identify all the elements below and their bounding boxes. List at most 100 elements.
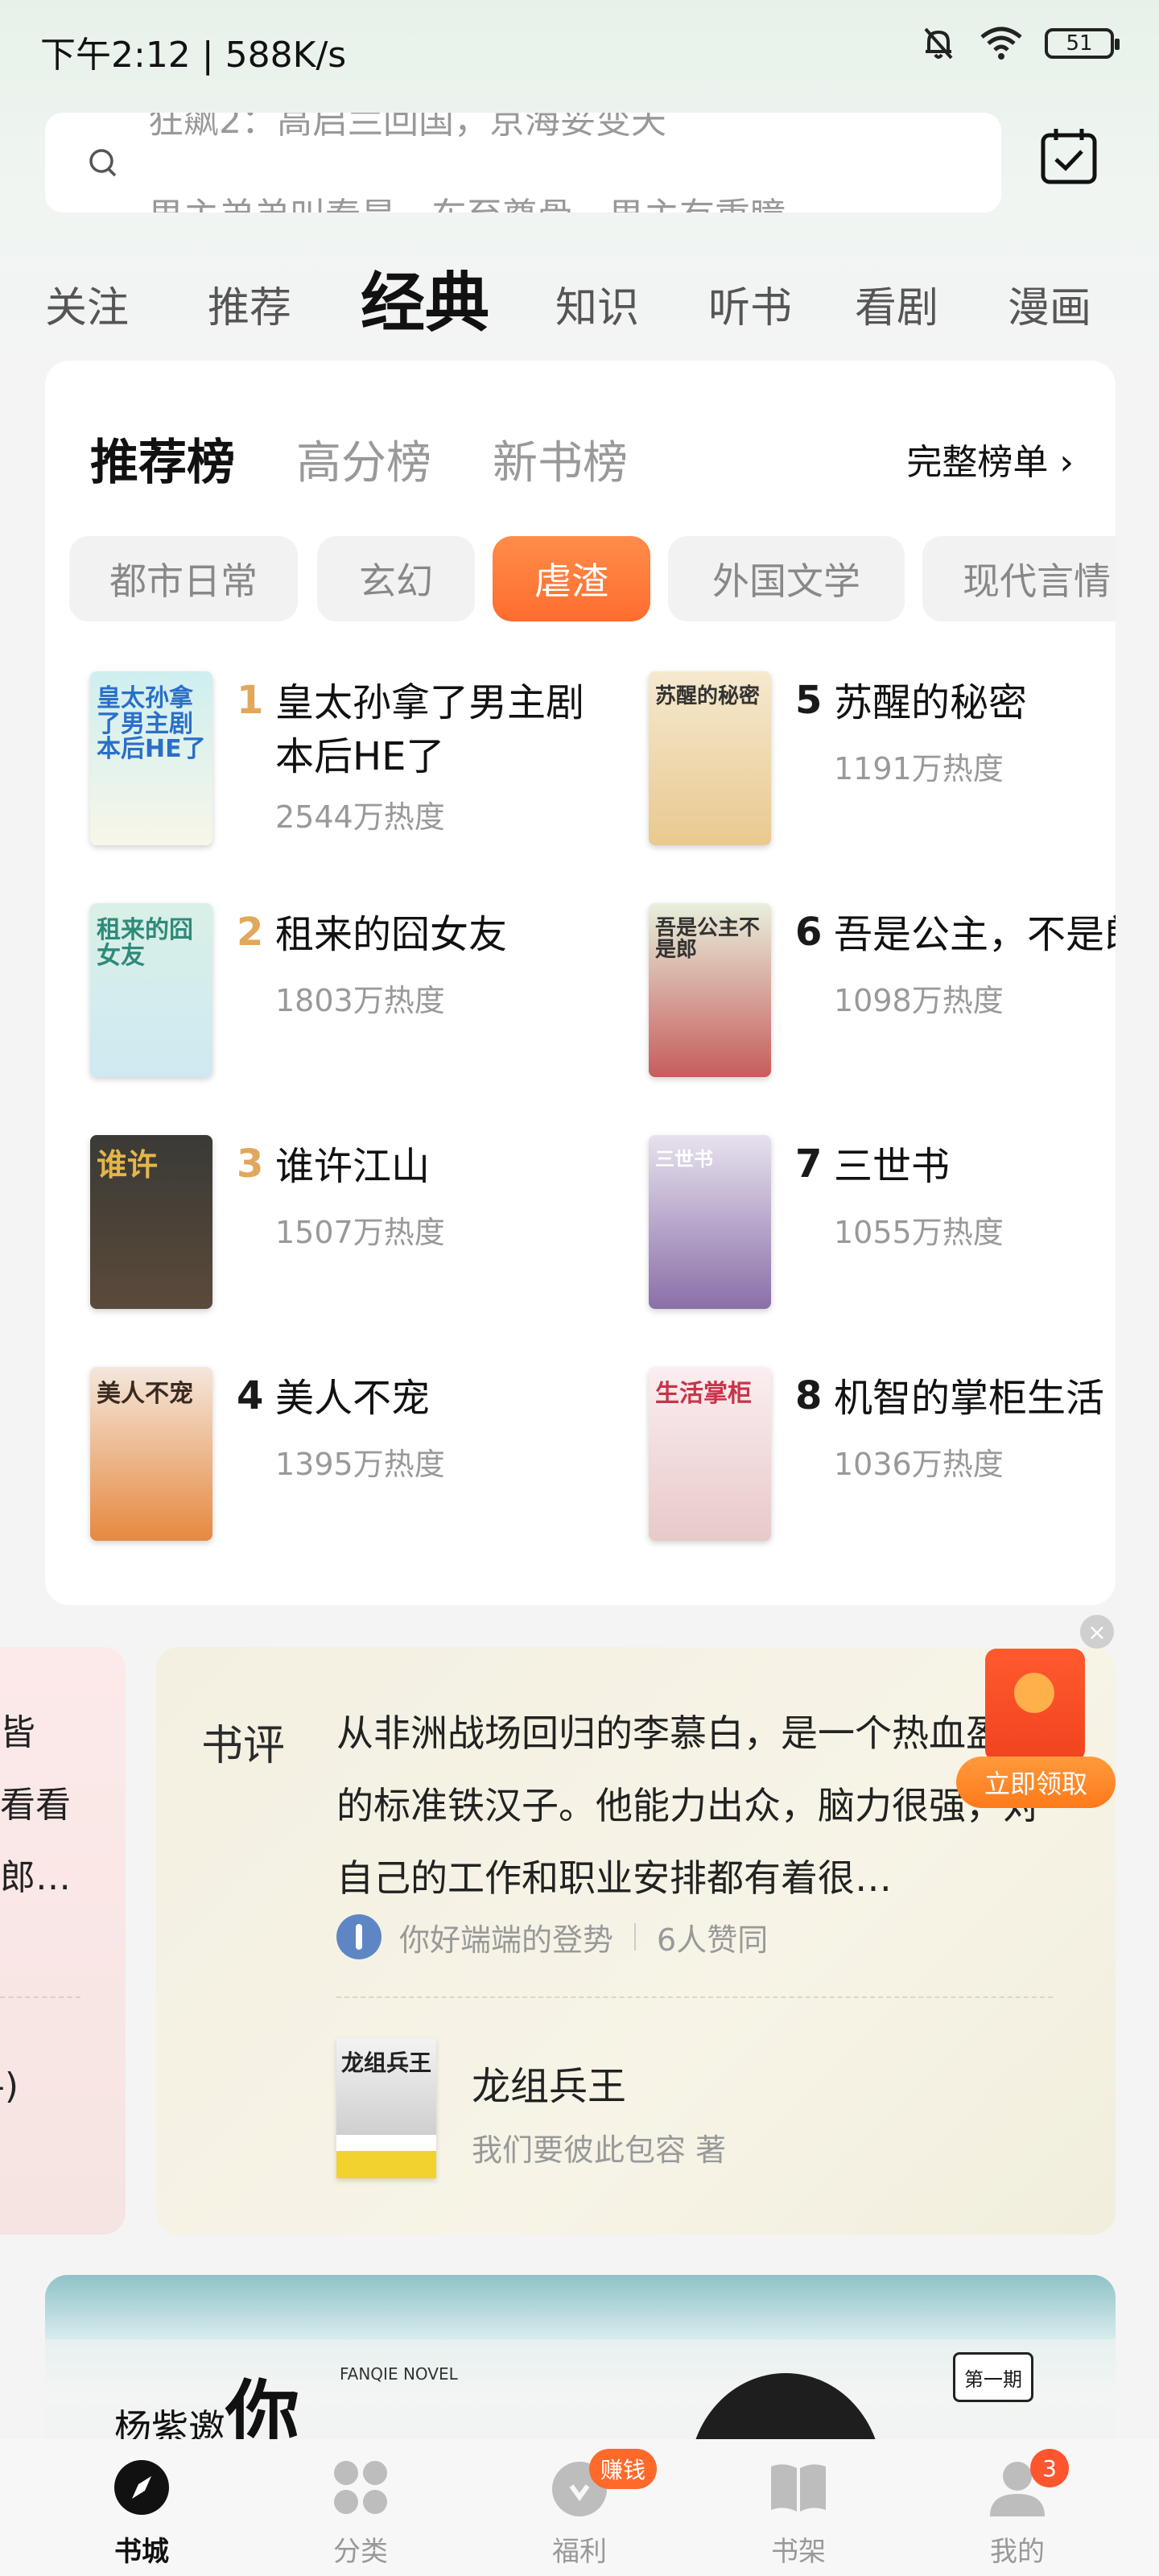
banner-brand: FANQIE NOVEL — [340, 2364, 458, 2384]
divider — [634, 1923, 637, 1951]
status-time: 下午2:12 | 588K/s — [40, 35, 347, 76]
book-cover: 吾是公主不是郎 — [649, 903, 771, 1077]
book-heat: 1803万热度 — [275, 983, 445, 1018]
ranking-card: 推荐榜 高分榜 新书榜 完整榜单 › 都市日常 玄幻 虐渣 外国文学 现代言情 … — [45, 361, 1116, 1605]
book-rank: 2 — [237, 910, 264, 955]
book-title: 谁许江山 — [275, 1144, 431, 1189]
book-item[interactable]: 苏醒的秘密 5 苏醒的秘密 1191万热度 — [649, 671, 1116, 857]
book-rank: 5 — [795, 678, 823, 723]
book-heat: 1395万热度 — [275, 1447, 445, 1482]
tab-drama[interactable]: 看剧 — [855, 274, 938, 334]
review-likes: 6人赞同 — [657, 1922, 769, 1958]
review-label: 书评 — [201, 1722, 286, 1770]
review-book-author: 我们要彼此包容 著 — [472, 2132, 727, 2168]
mute-bell-icon — [924, 27, 953, 60]
book-title: 美人不宠 — [275, 1376, 431, 1421]
review-meta: 你好端端的登势 6人赞同 — [336, 1913, 768, 1961]
review-book-title[interactable]: 龙组兵王 — [472, 2054, 626, 2111]
tab-classic[interactable]: 经典 — [361, 251, 489, 345]
book-item[interactable]: 吾是公主不是郎 6 吾是公主，不是郎 1098万热度 — [649, 903, 1116, 1088]
grid-icon — [334, 2461, 387, 2514]
tab-recommend[interactable]: 推荐 — [208, 274, 291, 334]
review-text: 从非洲战场回归的李慕白，是一个热血盈盈的标准铁汉子。他能力出众，脑力很强，对自己… — [336, 1711, 1040, 1900]
search-icon — [89, 149, 117, 177]
book-rank: 8 — [795, 1373, 823, 1418]
nav-profile[interactable]: 3 我的 — [953, 2449, 1082, 2568]
book-cover: 苏醒的秘密 — [649, 671, 771, 845]
book-item[interactable]: 美人不宠 4 美人不宠 1395万热度 — [90, 1367, 605, 1552]
book-rank: 7 — [795, 1141, 823, 1187]
wifi-icon — [980, 27, 1022, 60]
claim-reward-button[interactable]: 立即领取 — [956, 1757, 1116, 1808]
notification-badge: 3 — [1030, 2449, 1069, 2487]
book-heat: 1191万热度 — [834, 751, 1004, 786]
book-cover[interactable]: 龙组兵王 — [336, 2038, 436, 2178]
close-icon[interactable]: × — [1080, 1615, 1114, 1649]
book-review-card[interactable]: 书评 从非洲战场回归的李慕白，是一个热血盈盈的标准铁汉子。他能力出众，脑力很强，… — [156, 1647, 1116, 2235]
battery-icon: 51 — [1045, 28, 1120, 59]
search-suggestion-next: 男主弟弟叫秦昊，车至尊骨，男主有重瞳 — [148, 187, 786, 213]
divider — [0, 1996, 80, 1998]
book-cover: 谁许 — [90, 1135, 212, 1309]
rank-tab-recommend[interactable]: 推荐榜 — [90, 423, 235, 493]
category-chips: 都市日常 玄幻 虐渣 外国文学 现代言情 — [69, 536, 1116, 625]
book-title: 皇太孙拿了男主剧本后HE了 — [275, 680, 585, 780]
nav-bookstore[interactable]: 书城 — [77, 2455, 206, 2568]
checkin-calendar-icon[interactable] — [1038, 126, 1099, 187]
search-suggestion-prev: 狂飙2：高启兰回国，京海妥变天 — [148, 113, 666, 142]
book-heat: 2544万热度 — [275, 799, 445, 835]
status-bar: 下午2:12 | 588K/s 51 — [0, 0, 1159, 97]
search-bar[interactable]: 狂飙2：高启兰回国，京海妥变天 男主弟弟叫秦昊，车至尊骨，男主有重瞳 — [45, 113, 1001, 213]
book-item[interactable]: 皇太孙拿了男主剧本后HE了 1 皇太孙拿了男主剧本后HE了 2544万热度 — [90, 671, 605, 857]
divider — [336, 1996, 1053, 1998]
rank-tab-new-books[interactable]: 新书榜 — [493, 427, 628, 492]
compass-icon — [114, 2460, 169, 2515]
chip-foreign-lit[interactable]: 外国文学 — [668, 536, 905, 621]
book-title: 三世书 — [834, 1144, 951, 1189]
book-cover: 美人不宠 — [90, 1367, 212, 1541]
book-item[interactable]: 生活掌柜 8 机智的掌柜生活 1036万热度 — [649, 1367, 1116, 1552]
nav-welfare[interactable]: 赚钱 福利 — [515, 2449, 658, 2568]
book-title: 租来的囧女友 — [275, 912, 508, 957]
tab-comic[interactable]: 漫画 — [1008, 274, 1091, 334]
nav-bookshelf[interactable]: 书架 — [734, 2455, 863, 2568]
chip-active-category[interactable]: 虐渣 — [493, 536, 650, 621]
tab-follow[interactable]: 关注 — [45, 274, 129, 334]
book-title: 苏醒的秘密 — [834, 680, 1028, 725]
banner-issue-tag: 第一期 — [953, 2352, 1033, 2402]
chip-fantasy[interactable]: 玄幻 — [317, 536, 475, 621]
book-cover: 生活掌柜 — [649, 1367, 771, 1541]
avatar[interactable] — [336, 1914, 382, 1959]
review-author[interactable]: 你好端端的登势 — [399, 1915, 613, 1959]
prev-review-card[interactable]: 皆 看看 郎… -) — [0, 1647, 126, 2235]
book-rank: 4 — [237, 1373, 264, 1418]
red-packet-icon[interactable] — [985, 1649, 1085, 1761]
book-icon — [771, 2464, 826, 2512]
tab-audiobook[interactable]: 听书 — [708, 274, 792, 334]
book-item[interactable]: 租来的囧女友 2 租来的囧女友 1803万热度 — [90, 903, 605, 1088]
chip-modern-romance[interactable]: 现代言情 — [922, 536, 1116, 621]
book-cover: 皇太孙拿了男主剧本后HE了 — [90, 671, 212, 845]
book-cover: 租来的囧女友 — [90, 903, 212, 1077]
bottom-nav: 书城 分类 赚钱 福利 书架 3 我的 — [0, 2439, 1159, 2576]
book-rank: 3 — [237, 1141, 264, 1187]
book-heat: 1507万热度 — [275, 1215, 445, 1250]
book-heat: 1098万热度 — [834, 983, 1004, 1018]
channel-tabs: 关注 推荐 经典 知识 听书 看剧 漫画 — [45, 233, 1116, 346]
book-rank: 6 — [795, 910, 823, 955]
book-title: 机智的掌柜生活 — [834, 1376, 1105, 1421]
status-icons: 51 — [919, 24, 1120, 63]
book-title: 吾是公主，不是郎 — [834, 912, 1116, 957]
book-rank: 1 — [237, 678, 264, 723]
book-heat: 1055万热度 — [834, 1215, 1004, 1250]
rank-tab-high-score[interactable]: 高分榜 — [296, 427, 431, 492]
chip-urban[interactable]: 都市日常 — [69, 536, 298, 621]
book-item[interactable]: 三世书 7 三世书 1055万热度 — [649, 1135, 1116, 1320]
tab-knowledge[interactable]: 知识 — [555, 274, 639, 334]
earn-badge: 赚钱 — [589, 2449, 658, 2489]
book-item[interactable]: 谁许 3 谁许江山 1507万热度 — [90, 1135, 605, 1320]
book-cover: 三世书 — [649, 1135, 771, 1309]
full-list-link[interactable]: 完整榜单 › — [906, 433, 1074, 485]
book-heat: 1036万热度 — [834, 1447, 1004, 1482]
nav-category[interactable]: 分类 — [296, 2455, 425, 2568]
